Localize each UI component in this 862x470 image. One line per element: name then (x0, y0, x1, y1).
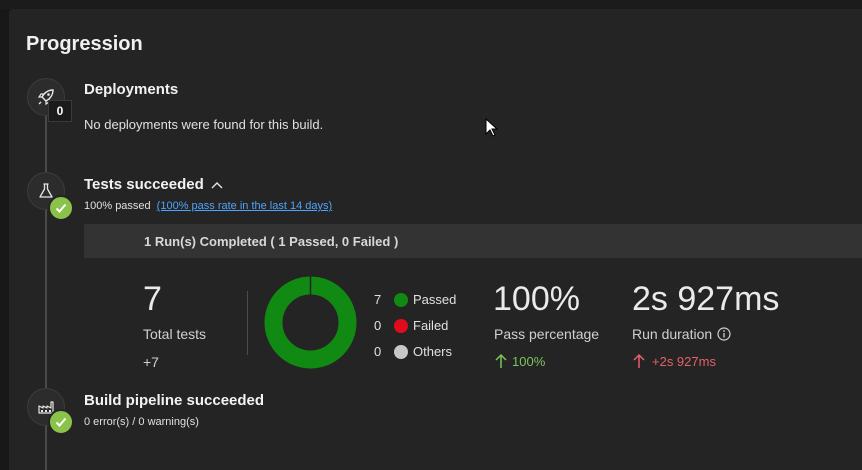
arrow-up-icon (495, 353, 507, 368)
run-summary-bar[interactable]: 1 Run(s) Completed ( 1 Passed, 0 Failed … (84, 224, 862, 258)
tests-header[interactable]: Tests succeeded (84, 176, 224, 193)
pass-percentage-value: 100% (493, 280, 580, 318)
legend-others-label: Others (413, 344, 453, 359)
tests-title: Tests succeeded (84, 176, 204, 193)
run-duration-label-row: Run duration (632, 326, 731, 342)
pass-percentage-delta: 100% (494, 353, 545, 369)
legend-passed-label: Passed (413, 292, 457, 307)
test-results-donut (264, 276, 357, 369)
passed-dot-icon (394, 292, 408, 307)
legend-failed-count: 0 (374, 318, 382, 333)
run-duration-label: Run duration (632, 326, 713, 342)
tests-success-icon (48, 195, 74, 221)
deployments-count-badge: 0 (48, 100, 72, 122)
run-summary-text: 1 Run(s) Completed ( 1 Passed, 0 Failed … (144, 234, 399, 249)
tests-passed-line: 100% passed (100% pass rate in the last 1… (84, 200, 332, 212)
chevron-up-icon[interactable] (210, 180, 224, 190)
donut-passed-ring (264, 276, 357, 369)
run-duration-delta-text: +2s 927ms (652, 353, 716, 369)
legend-passed-count: 7 (374, 292, 382, 307)
total-tests-value: 7 (143, 280, 162, 318)
pass-percentage-delta-text: 100% (512, 353, 546, 369)
metrics-divider (247, 291, 248, 355)
legend-others-count: 0 (374, 344, 382, 359)
arrow-up-red-icon (633, 353, 645, 368)
build-title: Build pipeline succeeded (84, 392, 265, 409)
page-title: Progression (26, 33, 143, 55)
pass-rate-link[interactable]: (100% pass rate in the last 14 days) (157, 200, 332, 212)
legend-failed: 0 Failed (374, 318, 448, 333)
failed-dot-icon (394, 318, 408, 333)
tests-passed-text: 100% passed (84, 200, 151, 212)
mouse-cursor-icon (485, 118, 499, 137)
total-tests-label: Total tests (143, 326, 207, 342)
deployments-message: No deployments were found for this build… (84, 117, 324, 132)
deployments-title: Deployments (84, 81, 179, 98)
total-tests-delta: +7 (143, 354, 159, 370)
build-success-icon (48, 409, 74, 435)
legend-others: 0 Others (374, 344, 452, 359)
run-duration-delta: +2s 927ms (632, 353, 716, 369)
others-dot-icon (394, 344, 408, 359)
info-icon[interactable] (717, 327, 731, 341)
legend-passed: 7 Passed (374, 292, 456, 307)
legend-failed-label: Failed (413, 318, 449, 333)
build-status: 0 error(s) / 0 warning(s) (84, 416, 199, 428)
run-duration-value: 2s 927ms (632, 280, 780, 318)
pass-percentage-label: Pass percentage (494, 326, 600, 342)
top-strip (0, 0, 862, 9)
